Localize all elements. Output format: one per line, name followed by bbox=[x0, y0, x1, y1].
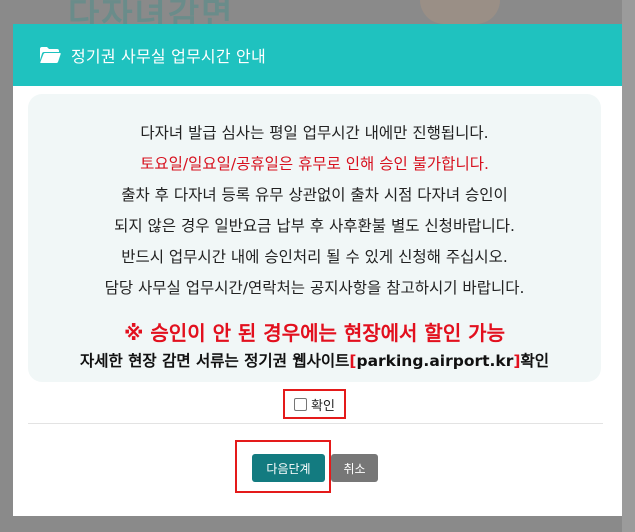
next-step-button[interactable]: 다음단계 bbox=[252, 454, 325, 482]
detail-prefix: 자세한 현장 감면 서류는 정기권 웹사이트 bbox=[79, 352, 350, 370]
modal-title: 정기권 사무실 업무시간 안내 bbox=[71, 47, 266, 66]
onsite-discount-warning: ※ 승인이 안 된 경우에는 현장에서 할인 가능 bbox=[124, 321, 505, 345]
cancel-button[interactable]: 취소 bbox=[331, 454, 378, 482]
notice-line: 담당 사무실 업무시간/연락처는 공지사항을 참고하시기 바랍니다. bbox=[104, 279, 525, 297]
notice-line: 출차 후 다자녀 등록 유무 상관없이 출차 시점 다자녀 승인이 bbox=[121, 186, 508, 204]
divider bbox=[28, 423, 603, 424]
website-link[interactable]: parking.airport.kr bbox=[356, 352, 513, 370]
detail-text: 자세한 현장 감면 서류는 정기권 웹사이트[parking.airport.k… bbox=[28, 348, 601, 374]
background-page-title: 다자녀감면 bbox=[68, 0, 235, 24]
page-scrollbar[interactable] bbox=[622, 0, 635, 532]
confirm-label: 확인 bbox=[311, 398, 335, 414]
office-hours-modal: 정기권 사무실 업무시간 안내 다자녀 발급 심사는 평일 업무시간 내에만 진… bbox=[13, 24, 622, 516]
confirm-checkbox[interactable] bbox=[294, 397, 308, 411]
notice-line-holiday: 토요일/일요일/공휴일은 휴무로 인해 승인 불가합니다. bbox=[140, 155, 489, 173]
notice-line: 되지 않은 경우 일반요금 납부 후 사후환불 별도 신청바랍니다. bbox=[114, 217, 515, 235]
notice-line: 다자녀 발급 심사는 평일 업무시간 내에만 진행됩니다. bbox=[140, 124, 489, 142]
notice-box: 다자녀 발급 심사는 평일 업무시간 내에만 진행됩니다. 토요일/일요일/공휴… bbox=[28, 94, 601, 382]
notice-line: 반드시 업무시간 내에 승인처리 될 수 있게 신청해 주십시오. bbox=[121, 248, 508, 266]
background-illustration bbox=[420, 0, 500, 24]
modal-header: 정기권 사무실 업무시간 안내 bbox=[13, 24, 622, 86]
folder-open-icon bbox=[39, 46, 61, 64]
confirm-checkbox-row[interactable]: 확인 bbox=[283, 389, 346, 419]
detail-suffix: 확인 bbox=[520, 352, 550, 370]
